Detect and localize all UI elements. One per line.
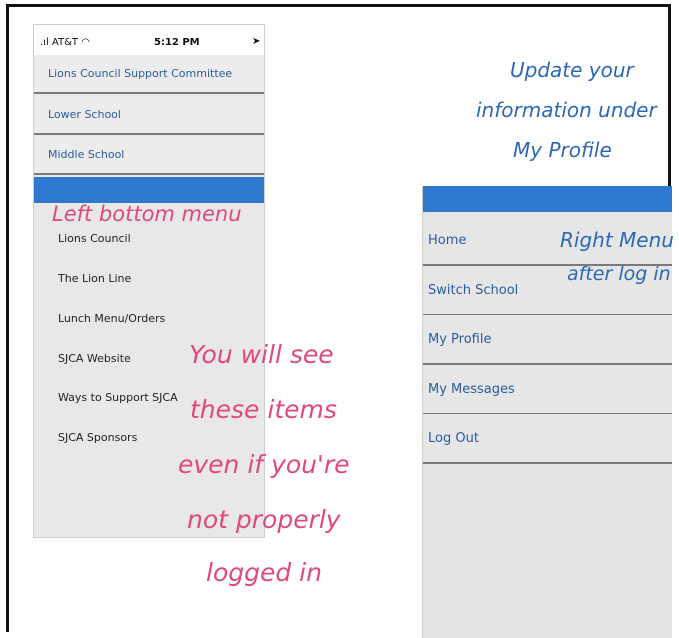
- left-menu-header-bar: [34, 177, 264, 203]
- annotation-update-line-2: information under: [476, 98, 657, 122]
- left-bottom-item-the-lion-line[interactable]: The Lion Line: [58, 272, 131, 285]
- right-menu-item-label: My Profile: [428, 332, 492, 347]
- annotation-note-line-5: logged in: [206, 558, 322, 587]
- left-menu-item-lions-council-support-committee[interactable]: Lions Council Support Committee: [34, 55, 264, 94]
- annotation-right-menu-line-2: after log in: [567, 263, 671, 285]
- right-menu-item-label: Home: [428, 233, 467, 248]
- annotation-note-line-1: You will see: [189, 340, 334, 369]
- left-menu-item-lower-school[interactable]: Lower School: [34, 96, 264, 135]
- right-menu-item-my-messages[interactable]: My Messages: [423, 365, 672, 415]
- signal-icon: .ıl: [40, 37, 52, 48]
- left-menu-item-middle-school[interactable]: Middle School: [34, 136, 264, 175]
- carrier-label: .ıl AT&T ◠: [40, 37, 90, 48]
- left-bottom-item-sjca-website[interactable]: SJCA Website: [58, 352, 131, 365]
- left-menu-item-label: Lower School: [48, 108, 121, 121]
- annotation-note-line-2: these items: [190, 395, 337, 424]
- annotation-update-line-3: My Profile: [513, 138, 612, 162]
- right-menu-item-label: My Messages: [428, 382, 515, 397]
- annotation-right-menu-line-1: Right Menu: [560, 228, 674, 252]
- annotation-update-line-1: Update your: [510, 58, 634, 82]
- right-menu-item-log-out[interactable]: Log Out: [423, 414, 672, 464]
- right-menu-panel: Home Switch School My Profile My Message…: [422, 186, 672, 638]
- annotation-left-bottom-menu: Left bottom menu: [52, 202, 242, 226]
- right-menu-item-label: Switch School: [428, 283, 519, 298]
- right-menu-item-my-profile[interactable]: My Profile: [423, 315, 672, 365]
- location-arrow-icon: ➤: [252, 36, 261, 47]
- wifi-icon: ◠: [78, 37, 90, 48]
- status-bar: .ıl AT&T ◠ 5:12 PM ➤: [34, 25, 264, 55]
- status-time: 5:12 PM: [154, 37, 200, 48]
- carrier-text: AT&T: [51, 37, 79, 48]
- left-bottom-item-ways-to-support[interactable]: Ways to Support SJCA: [58, 391, 178, 404]
- right-menu-item-label: Log Out: [428, 431, 479, 446]
- annotation-note-line-3: even if you're: [178, 450, 350, 479]
- right-menu-header-bar: [423, 186, 672, 212]
- left-menu-item-label: Lions Council Support Committee: [48, 67, 233, 80]
- annotation-note-line-4: not properly: [187, 505, 341, 534]
- left-bottom-item-lunch-menu-orders[interactable]: Lunch Menu/Orders: [58, 312, 165, 325]
- left-menu-item-label: Middle School: [48, 148, 125, 161]
- left-bottom-item-sjca-sponsors[interactable]: SJCA Sponsors: [58, 431, 137, 444]
- left-bottom-item-lions-council[interactable]: Lions Council: [58, 232, 131, 245]
